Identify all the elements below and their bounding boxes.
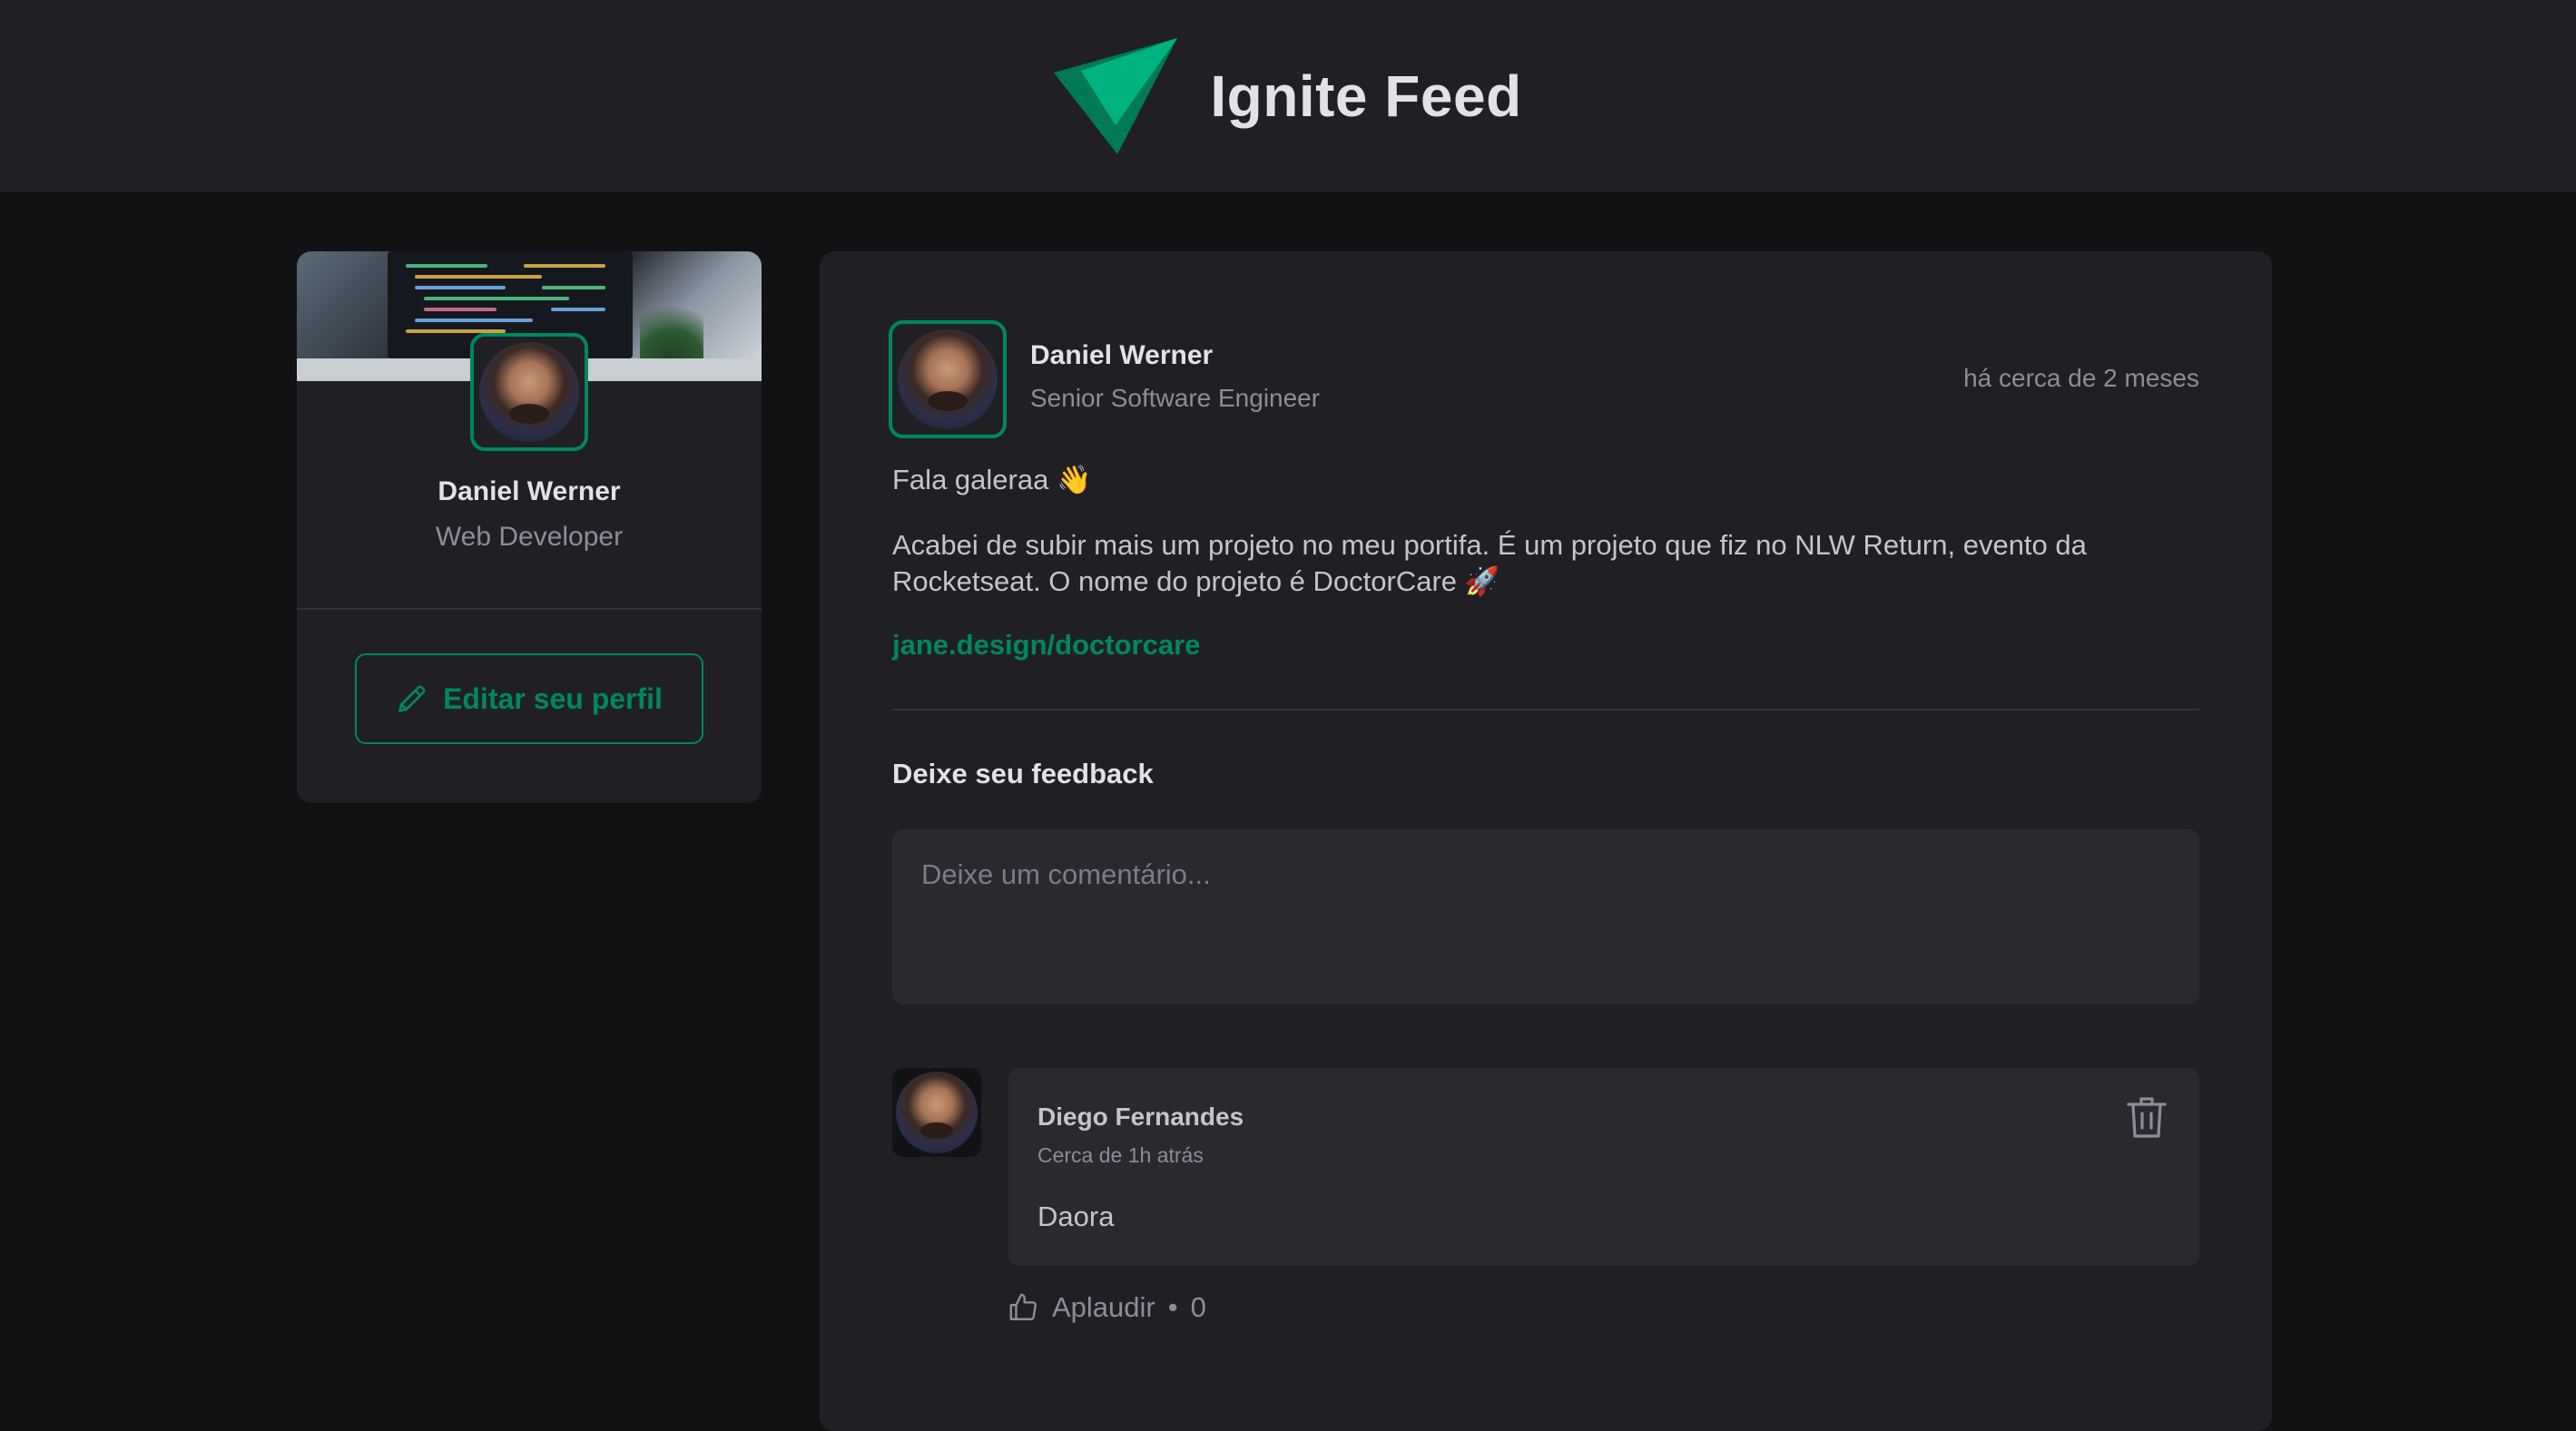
app-title: Ignite Feed	[1210, 64, 1522, 129]
applaud-label: Aplaudir	[1052, 1291, 1155, 1323]
applaud-separator: •	[1167, 1291, 1178, 1323]
comment-timestamp: Cerca de 1h atrás	[1037, 1143, 1204, 1167]
post-timestamp: há cerca de 2 meses	[1963, 364, 2199, 392]
post-author-name: Daniel Werner	[1030, 340, 1214, 370]
applaud-count: 0	[1190, 1291, 1206, 1323]
post-card: Daniel Werner Senior Software Engineer h…	[820, 251, 2272, 1431]
delete-comment-button[interactable]	[2127, 1095, 2167, 1139]
post-content-paragraph: Fala galeraa 👋	[892, 464, 1092, 495]
profile-name: Daniel Werner	[438, 476, 621, 506]
post-divider	[892, 709, 2199, 711]
edit-profile-label: Editar seu perfil	[443, 681, 663, 715]
feedback-title: Deixe seu feedback	[892, 758, 1154, 789]
post-content-paragraph: Acabei de subir mais um projeto no meu p…	[892, 529, 2087, 597]
comment-text: Daora	[1037, 1201, 1115, 1232]
app-header: Ignite Feed	[0, 0, 2576, 192]
post-link[interactable]: jane.design/doctorcare	[892, 629, 1200, 662]
comment-author-name: Diego Fernandes	[1037, 1103, 1244, 1131]
sidebar-divider	[297, 608, 762, 610]
post-author-avatar[interactable]	[889, 320, 1007, 438]
comment-box: Diego Fernandes Cerca de 1h atrás Daora	[1008, 1068, 2199, 1266]
edit-profile-button[interactable]: Editar seu perfil	[355, 653, 703, 744]
applaud-button[interactable]: Aplaudir • 0	[1008, 1291, 1206, 1324]
comment-input[interactable]	[892, 829, 2199, 1005]
ignite-logo-icon	[1054, 38, 1178, 154]
profile-role: Web Developer	[435, 522, 624, 552]
pencil-icon	[398, 685, 426, 712]
profile-sidebar: Daniel Werner Web Developer Editar seu p…	[297, 251, 762, 803]
thumbs-up-icon	[1009, 1293, 1037, 1320]
comment-author-avatar[interactable]	[892, 1068, 981, 1157]
trash-icon	[2127, 1097, 2167, 1138]
post-author-role: Senior Software Engineer	[1030, 384, 1321, 412]
profile-avatar	[470, 333, 588, 451]
